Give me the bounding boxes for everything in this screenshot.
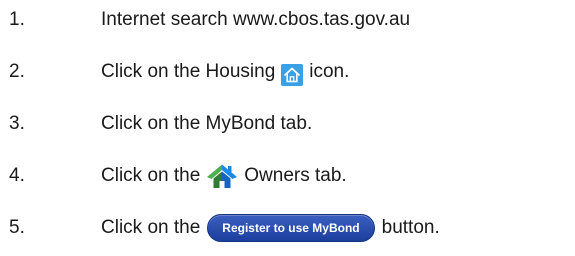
step-2: 2. Click on the Housing icon. — [0, 52, 575, 92]
step-text: Click on the Register to use MyBond butt… — [101, 208, 440, 248]
step-number: 2. — [9, 61, 25, 82]
step-text: Internet search www.cbos.tas.gov.au — [101, 0, 410, 40]
step-number: 4. — [9, 165, 25, 186]
step-4: 4. Click on the Owners tab. — [0, 156, 575, 196]
step-4-text-before: Click on the — [101, 165, 201, 186]
house-roof-icon — [206, 163, 238, 189]
register-mybond-button[interactable]: Register to use MyBond — [207, 214, 375, 242]
step-1-text: Internet search www.cbos.tas.gov.au — [101, 9, 411, 30]
step-number: 1. — [9, 9, 25, 30]
house-icon — [281, 61, 304, 86]
step-4-text-after: Owners tab. — [244, 165, 347, 186]
step-3-text: Click on the MyBond tab. — [101, 113, 313, 134]
step-1: 1. Internet search www.cbos.tas.gov.au — [0, 0, 575, 40]
step-text: Click on the Owners tab. — [101, 156, 347, 196]
step-5: 5. Click on the Register to use MyBond b… — [0, 208, 575, 248]
step-text: Click on the Housing icon. — [101, 52, 349, 92]
step-5-text-after: button. — [381, 217, 440, 238]
step-number: 3. — [9, 113, 25, 134]
step-text: Click on the MyBond tab. — [101, 104, 312, 144]
step-2-text-after: icon. — [309, 61, 350, 82]
step-3: 3. Click on the MyBond tab. — [0, 104, 575, 144]
instruction-list: 1. Internet search www.cbos.tas.gov.au 2… — [0, 0, 575, 256]
step-number: 5. — [9, 217, 25, 238]
step-2-text-before: Click on the Housing — [101, 61, 276, 82]
step-5-text-before: Click on the — [101, 217, 201, 238]
